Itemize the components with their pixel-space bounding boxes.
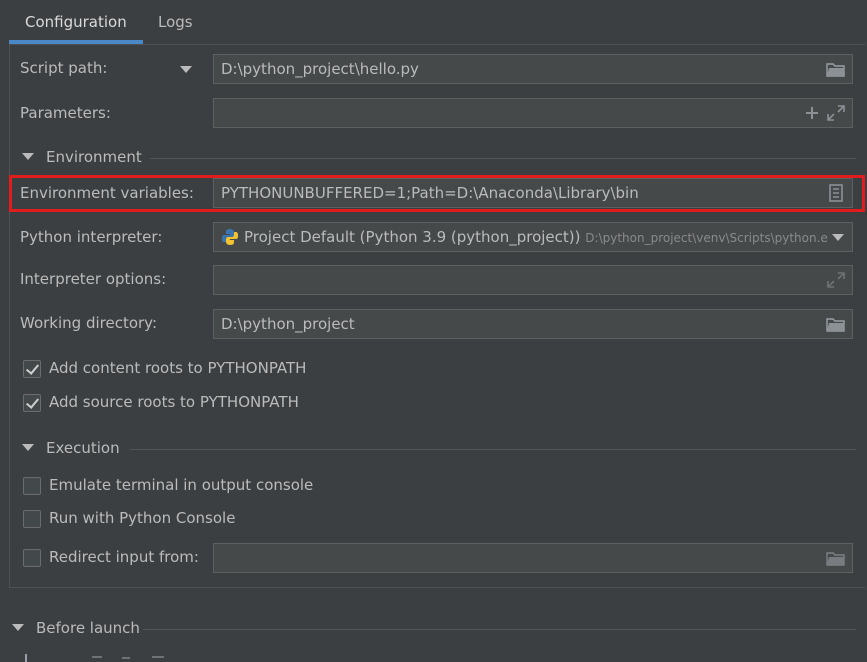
add-task-icon[interactable] bbox=[25, 654, 27, 662]
python-console-checkbox[interactable] bbox=[23, 510, 41, 528]
content-roots-label[interactable]: Add content roots to PYTHONPATH bbox=[49, 359, 306, 377]
script-type-dropdown-arrow[interactable] bbox=[180, 66, 192, 73]
parameters-label: Parameters: bbox=[20, 104, 111, 122]
collapse-triangle-icon bbox=[12, 623, 24, 631]
interpreter-select[interactable]: Project Default (Python 3.9 (python_proj… bbox=[213, 222, 853, 252]
section-divider bbox=[143, 629, 856, 630]
python-console-label[interactable]: Run with Python Console bbox=[49, 509, 235, 527]
parameters-field[interactable] bbox=[213, 98, 853, 128]
redirect-input-checkbox[interactable] bbox=[23, 549, 41, 567]
chevron-down-icon[interactable] bbox=[832, 234, 844, 241]
folder-icon[interactable] bbox=[826, 60, 846, 78]
emulate-terminal-checkbox[interactable] bbox=[23, 477, 41, 495]
add-macro-icon[interactable] bbox=[804, 105, 820, 121]
redirect-input-field[interactable] bbox=[213, 543, 853, 573]
section-divider bbox=[130, 449, 856, 450]
remove-task-icon[interactable] bbox=[92, 656, 102, 658]
content-roots-checkbox[interactable] bbox=[23, 360, 41, 378]
environment-section-header[interactable]: Environment bbox=[22, 148, 142, 168]
script-path-value: D:\python_project\hello.py bbox=[221, 60, 419, 78]
interpreter-options-label: Interpreter options: bbox=[20, 270, 167, 288]
interpreter-path: D:\python_project\venv\Scripts\python.e bbox=[585, 231, 828, 245]
interpreter-options-field[interactable] bbox=[213, 265, 853, 295]
redirect-input-label[interactable]: Redirect input from: bbox=[49, 548, 199, 566]
execution-section-label: Execution bbox=[46, 439, 120, 457]
execution-section-header[interactable]: Execution bbox=[22, 439, 120, 459]
folder-icon[interactable] bbox=[826, 315, 846, 333]
env-vars-label: Environment variables: bbox=[20, 184, 194, 202]
section-divider bbox=[150, 158, 856, 159]
script-path-field[interactable]: D:\python_project\hello.py bbox=[213, 54, 853, 84]
script-path-label: Script path: bbox=[20, 59, 108, 77]
interpreter-label: Python interpreter: bbox=[20, 228, 163, 246]
emulate-terminal-label[interactable]: Emulate terminal in output console bbox=[49, 476, 313, 494]
move-up-icon[interactable] bbox=[122, 657, 130, 659]
before-launch-section-header[interactable]: Before launch bbox=[12, 619, 140, 639]
source-roots-label[interactable]: Add source roots to PYTHONPATH bbox=[49, 393, 299, 411]
env-vars-value: PYTHONUNBUFFERED=1;Path=D:\Anaconda\Libr… bbox=[221, 184, 639, 202]
before-launch-toolbar bbox=[22, 654, 182, 662]
collapse-triangle-icon bbox=[22, 152, 34, 160]
collapse-triangle-icon bbox=[22, 443, 34, 451]
working-dir-field[interactable]: D:\python_project bbox=[213, 309, 853, 339]
env-vars-field[interactable]: PYTHONUNBUFFERED=1;Path=D:\Anaconda\Libr… bbox=[213, 178, 853, 208]
tab-configuration[interactable]: Configuration bbox=[9, 0, 143, 44]
tab-bar: Configuration Logs bbox=[0, 0, 867, 44]
tab-logs[interactable]: Logs bbox=[142, 0, 209, 44]
source-roots-checkbox[interactable] bbox=[23, 394, 41, 412]
python-logo-icon bbox=[222, 229, 238, 245]
run-configuration-dialog: Configuration Logs Script path: D:\pytho… bbox=[0, 0, 867, 662]
browse-document-icon[interactable] bbox=[826, 184, 846, 202]
working-dir-label: Working directory: bbox=[20, 314, 158, 332]
interpreter-value: Project Default (Python 3.9 (python_proj… bbox=[244, 228, 581, 246]
working-dir-value: D:\python_project bbox=[221, 315, 355, 333]
environment-section-label: Environment bbox=[46, 148, 142, 166]
move-down-icon[interactable] bbox=[152, 656, 164, 658]
expand-icon[interactable] bbox=[826, 104, 846, 122]
folder-icon[interactable] bbox=[826, 549, 846, 567]
expand-icon[interactable] bbox=[826, 271, 846, 289]
before-launch-label: Before launch bbox=[36, 619, 140, 637]
